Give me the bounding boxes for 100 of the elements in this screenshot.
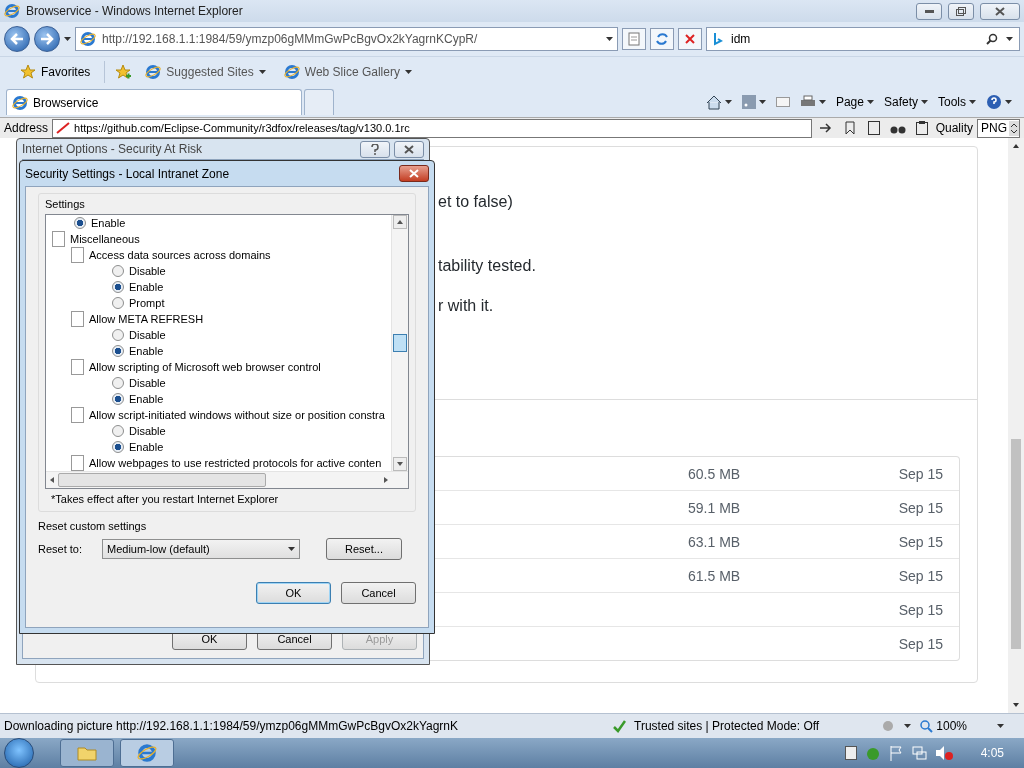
page-scrollbar[interactable] [1008, 138, 1024, 713]
forward-button[interactable] [34, 26, 60, 52]
option-label: Disable [129, 425, 166, 437]
close-button[interactable] [394, 140, 424, 158]
close-icon [995, 6, 1005, 16]
house-icon [705, 94, 722, 110]
caret-icon [921, 100, 928, 104]
back-button[interactable] [4, 26, 30, 52]
browser-tab[interactable]: Browservice [6, 89, 302, 115]
scroll-thumb[interactable] [393, 334, 407, 352]
window-title: Browservice - Windows Internet Explorer [26, 4, 244, 18]
mail-button[interactable] [775, 97, 790, 107]
scroll-down-button[interactable] [393, 457, 407, 471]
down-arrow-icon [397, 462, 403, 466]
security-zone: Trusted sites | Protected Mode: Off [634, 719, 820, 733]
scroll-up-button[interactable] [393, 215, 407, 229]
network-icon[interactable] [910, 745, 927, 761]
browser-logo-icon [12, 94, 28, 111]
taskbar-button[interactable] [60, 739, 114, 767]
address-field[interactable]: http://192.168.1.1:1984/59/ymzp06gMMmGwPcBgvOx2kYagrnKCypR/ [75, 27, 618, 51]
feed-icon [741, 95, 756, 109]
option-label: Enable [91, 217, 126, 229]
bookmark-icon [844, 121, 855, 135]
favorites-button[interactable]: Favorites [16, 62, 95, 82]
zoom-button[interactable]: 100% [919, 719, 967, 733]
search-field[interactable]: idm [706, 27, 1020, 51]
option-label: Enable [129, 281, 164, 293]
scroll-up-icon [1012, 142, 1020, 150]
scroll-thumb[interactable] [1011, 439, 1021, 649]
radio-button[interactable] [112, 441, 124, 453]
scroll-left-icon[interactable] [50, 477, 54, 483]
help-button[interactable] [360, 140, 390, 158]
option-label: Enable [129, 393, 164, 405]
restore-button[interactable] [948, 2, 974, 20]
reset-button[interactable]: Reset... [326, 538, 402, 560]
arrow-icon [818, 122, 833, 134]
option-label: Prompt [129, 297, 165, 309]
caret-icon [404, 70, 412, 74]
radio-button[interactable] [112, 377, 124, 389]
favorites-link[interactable]: Suggested Sites [141, 62, 270, 82]
caret-icon [818, 100, 826, 104]
radio-button[interactable] [112, 265, 124, 277]
caret-icon [866, 100, 874, 104]
close-button[interactable] [399, 165, 429, 182]
reset-to-label: Reset to: [38, 543, 84, 555]
favorites-link[interactable]: Web Slice Gallery [279, 62, 416, 82]
print-button[interactable] [799, 95, 826, 109]
check-icon [612, 719, 626, 733]
file-date: Sep 15 [898, 465, 943, 482]
command-menu[interactable]: Safety [883, 95, 928, 109]
folder-icon [77, 745, 97, 761]
muted-speaker-icon[interactable] [934, 745, 953, 761]
radio-button[interactable] [112, 393, 124, 405]
document-icon[interactable] [844, 746, 857, 760]
quality-select[interactable]: PNG [977, 118, 1020, 138]
page-address-field[interactable]: https://github.com/Eclipse-Community/r3dfox/releases/tag/v130.0.1rc [52, 118, 812, 138]
minimize-button[interactable] [916, 2, 942, 20]
group-label: Reset custom settings [38, 520, 148, 532]
help-button[interactable] [986, 94, 1012, 110]
radio-button[interactable] [112, 329, 124, 341]
radio-button[interactable] [112, 297, 124, 309]
search-icon[interactable] [986, 33, 998, 45]
feeds-button[interactable] [741, 95, 766, 109]
compatibility-view-button[interactable] [622, 28, 646, 50]
file-date: Sep 15 [898, 601, 943, 618]
option-label: Disable [129, 377, 166, 389]
command-menu[interactable]: Tools [938, 95, 976, 109]
file-size: 59.1 MB [688, 499, 742, 516]
magnifier-icon [919, 719, 934, 733]
add-favorite-star-icon[interactable] [115, 64, 132, 80]
refresh-button[interactable] [650, 28, 674, 50]
dialog-title: Internet Options - Security At Risk [22, 142, 204, 156]
close-button[interactable] [980, 2, 1020, 20]
radio-button[interactable] [112, 425, 124, 437]
file-date: Sep 15 [898, 567, 943, 584]
flag-icon[interactable] [888, 745, 903, 761]
help-icon [986, 94, 1002, 110]
radio-button[interactable] [112, 345, 124, 357]
dialog-button[interactable]: Cancel [341, 582, 416, 604]
quality-label: Quality [935, 121, 973, 135]
dialog-button[interactable]: OK [256, 582, 331, 604]
setting-label: Allow webpages to use restricted protocols for active conten [89, 457, 382, 469]
home-button[interactable] [705, 94, 732, 110]
taskbar-button[interactable] [120, 739, 174, 767]
radio-button[interactable] [112, 281, 124, 293]
status-message: Downloading picture http://192.168.1.1:1984/59/ymzp06gMMmGwPcBgvOx2kYagrnK [4, 719, 460, 733]
scroll-right-icon[interactable] [384, 477, 388, 483]
document-icon [71, 455, 84, 471]
start-button[interactable] [4, 738, 34, 768]
refresh-icon [655, 32, 669, 46]
caret-icon [1005, 100, 1012, 104]
question-mark-icon [371, 143, 379, 155]
horizontal-scroll-thumb[interactable] [58, 473, 266, 487]
settings-list[interactable] [45, 214, 409, 489]
stop-button[interactable] [678, 28, 702, 50]
minimize-icon [924, 9, 934, 13]
command-menu[interactable]: Page [835, 95, 874, 109]
stop-icon [685, 34, 695, 44]
radio-button[interactable] [74, 217, 86, 229]
reset-level-select[interactable]: Medium-low (default) [102, 539, 300, 559]
